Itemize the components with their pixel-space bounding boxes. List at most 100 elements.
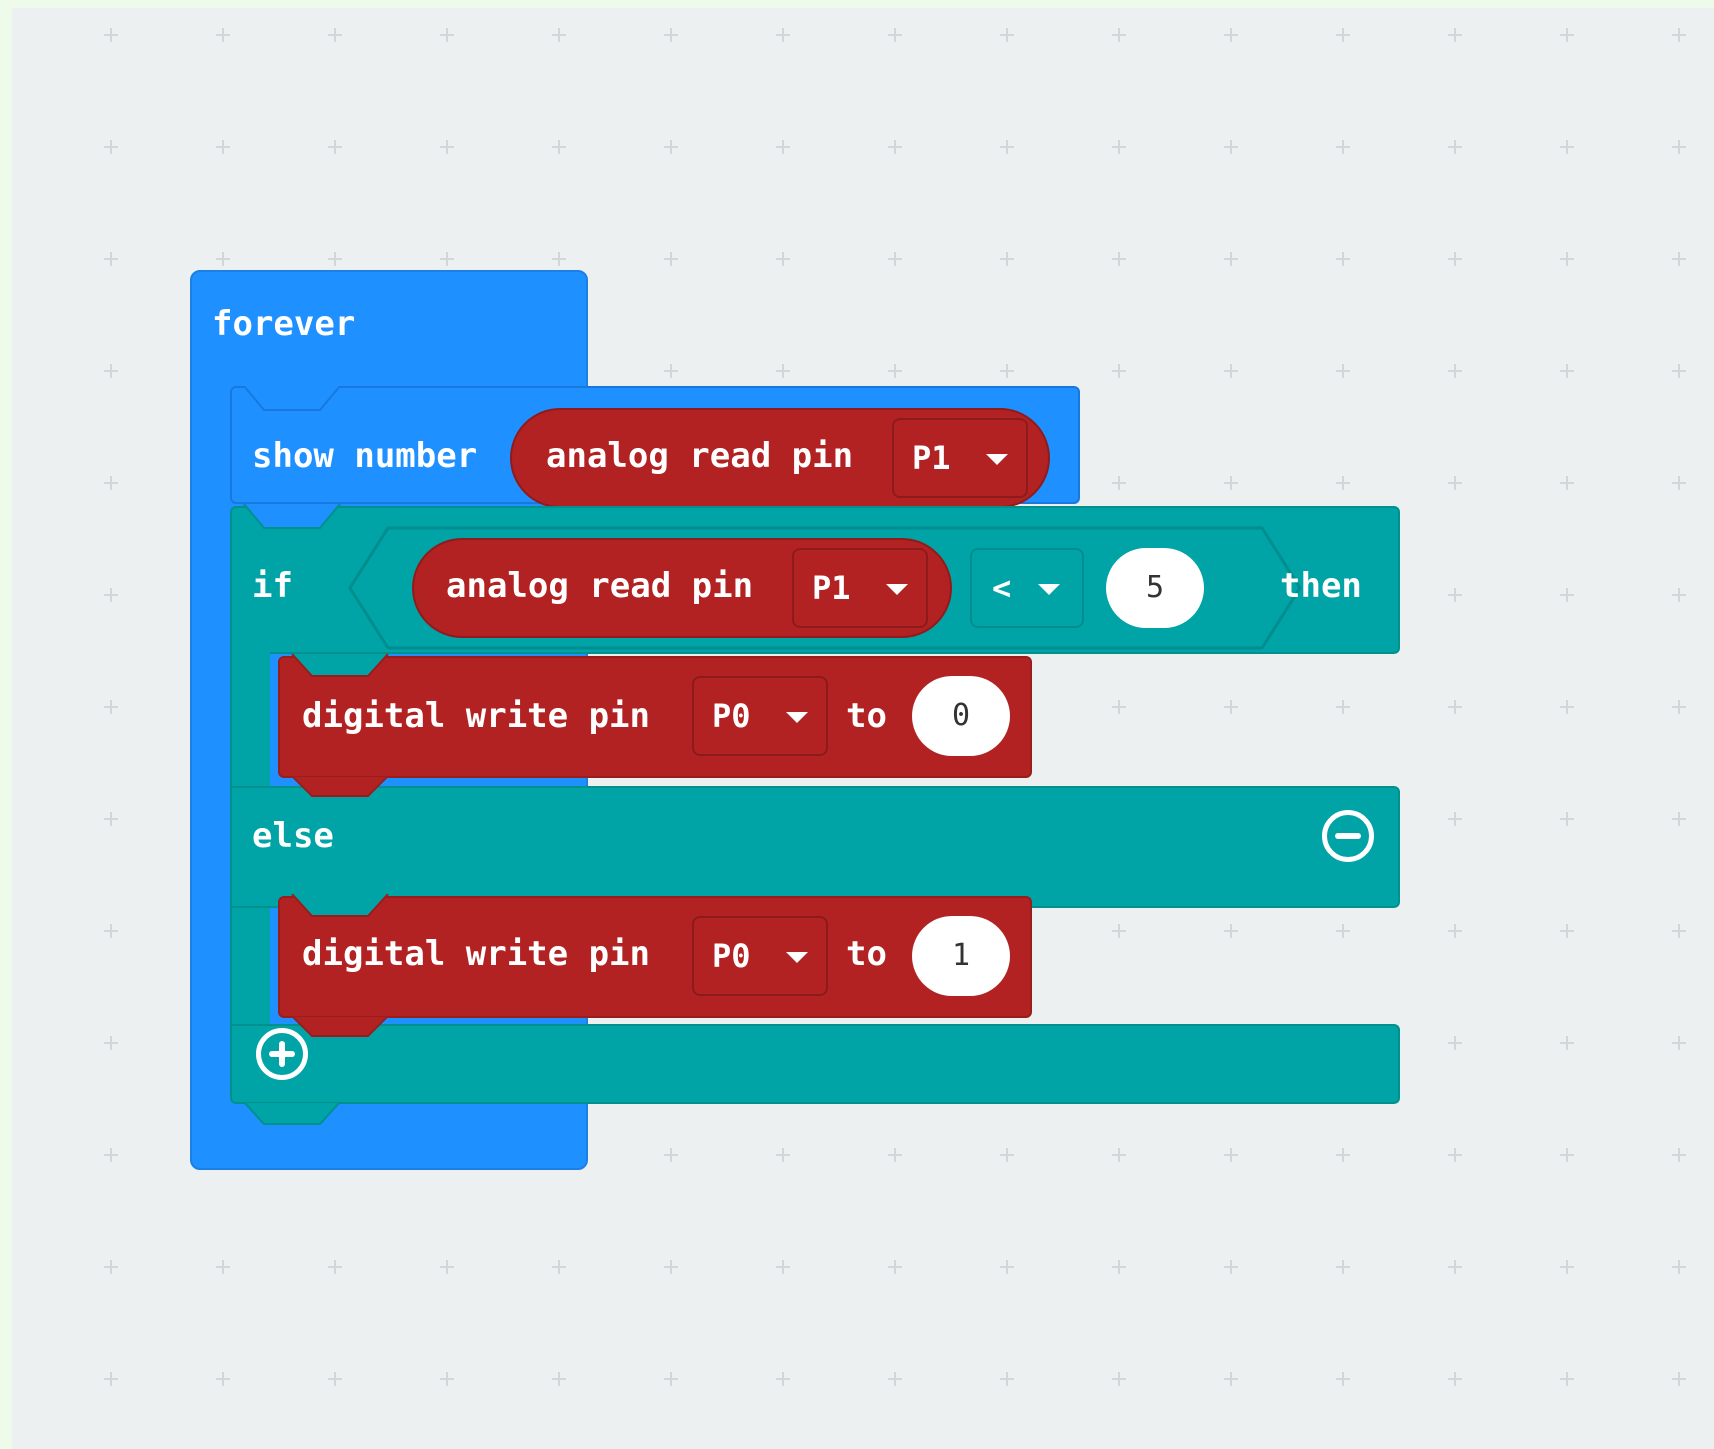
grid-cross [552, 252, 566, 266]
grid-cross [1672, 588, 1686, 602]
grid-cross [1560, 700, 1574, 714]
grid-cross [664, 1148, 678, 1162]
pin-dropdown-4[interactable]: P0 [692, 916, 828, 996]
digital-write-2-top-notch [291, 894, 389, 917]
forever-label: forever [212, 304, 356, 344]
grid-cross [888, 1260, 902, 1274]
grid-cross [104, 1260, 118, 1274]
grid-cross [1672, 1148, 1686, 1162]
grid-cross [776, 364, 790, 378]
grid-cross [440, 28, 454, 42]
grid-cross [1448, 252, 1462, 266]
grid-cross [1672, 924, 1686, 938]
grid-cross [1336, 140, 1350, 154]
grid-cross [1000, 1372, 1014, 1386]
grid-cross [1672, 252, 1686, 266]
minus-circle-bar [1335, 833, 1361, 839]
grid-cross [104, 588, 118, 602]
grid-cross [1336, 476, 1350, 490]
grid-cross [1224, 1372, 1238, 1386]
grid-cross [440, 1260, 454, 1274]
grid-cross [104, 1036, 118, 1050]
digital-write-2-bottom-notch [290, 1016, 390, 1037]
digital-write-value-1[interactable]: 0 [912, 676, 1010, 756]
grid-cross [216, 1260, 230, 1274]
grid-cross [664, 28, 678, 42]
grid-cross [776, 28, 790, 42]
compare-value-input[interactable]: 5 [1106, 548, 1204, 628]
analog-read-label-1: analog read pin [546, 436, 854, 476]
grid-cross [1112, 364, 1126, 378]
pin-dropdown-1-value: P1 [912, 439, 951, 477]
grid-cross [1448, 364, 1462, 378]
plus-circle-icon[interactable] [256, 1028, 308, 1080]
caret-down-icon [786, 712, 808, 723]
pin-dropdown-2[interactable]: P1 [792, 548, 928, 628]
grid-cross [1672, 476, 1686, 490]
grid-cross [1672, 1372, 1686, 1386]
grid-cross [664, 364, 678, 378]
grid-cross [1336, 28, 1350, 42]
grid-cross [1672, 364, 1686, 378]
grid-cross [1224, 924, 1238, 938]
grid-cross [1336, 700, 1350, 714]
pin-dropdown-3[interactable]: P0 [692, 676, 828, 756]
pin-dropdown-4-value: P0 [712, 937, 751, 975]
grid-cross [440, 140, 454, 154]
grid-cross [1560, 1036, 1574, 1050]
grid-cross [328, 28, 342, 42]
digital-write-value-2[interactable]: 1 [912, 916, 1010, 996]
caret-down-icon [986, 454, 1008, 465]
grid-cross [552, 140, 566, 154]
grid-cross [1560, 252, 1574, 266]
grid-cross [104, 140, 118, 154]
grid-cross [1000, 364, 1014, 378]
grid-cross [1448, 700, 1462, 714]
show-number-label: show number [252, 436, 478, 476]
grid-cross [888, 1148, 902, 1162]
show-number-top-notch [243, 386, 341, 411]
grid-cross [328, 140, 342, 154]
grid-cross [664, 140, 678, 154]
operator-dropdown[interactable]: < [970, 548, 1084, 628]
pin-dropdown-1[interactable]: P1 [892, 418, 1028, 498]
grid-cross [776, 140, 790, 154]
grid-cross [552, 1260, 566, 1274]
grid-cross [888, 28, 902, 42]
grid-cross [664, 1260, 678, 1274]
digital-write-label-2: digital write pin [302, 934, 650, 974]
grid-cross [888, 252, 902, 266]
grid-cross [1224, 476, 1238, 490]
grid-cross [1336, 364, 1350, 378]
grid-cross [104, 924, 118, 938]
grid-cross [888, 140, 902, 154]
grid-cross [1336, 1260, 1350, 1274]
to-label-1: to [846, 696, 887, 736]
grid-cross [1336, 924, 1350, 938]
grid-cross [1224, 700, 1238, 714]
grid-cross [1448, 476, 1462, 490]
grid-cross [1560, 140, 1574, 154]
grid-cross [1448, 924, 1462, 938]
pin-dropdown-2-value: P1 [812, 569, 851, 607]
if-label: if [252, 566, 293, 606]
blocks-workspace[interactable]: forever show number analog read pin P1 i… [12, 8, 1714, 1449]
grid-cross [328, 252, 342, 266]
grid-cross [216, 28, 230, 42]
grid-cross [776, 1260, 790, 1274]
plus-circle-bar-v [279, 1041, 285, 1067]
grid-cross [104, 252, 118, 266]
grid-cross [104, 812, 118, 826]
then-label: then [1280, 566, 1362, 606]
minus-circle-icon[interactable] [1322, 810, 1374, 862]
grid-cross [552, 28, 566, 42]
grid-cross [1336, 1148, 1350, 1162]
grid-cross [104, 1372, 118, 1386]
grid-cross [104, 28, 118, 42]
caret-down-icon [786, 952, 808, 963]
grid-cross [1336, 1372, 1350, 1386]
grid-cross [1112, 1148, 1126, 1162]
else-divider [230, 786, 1400, 908]
grid-cross [888, 364, 902, 378]
else-label: else [252, 816, 334, 856]
